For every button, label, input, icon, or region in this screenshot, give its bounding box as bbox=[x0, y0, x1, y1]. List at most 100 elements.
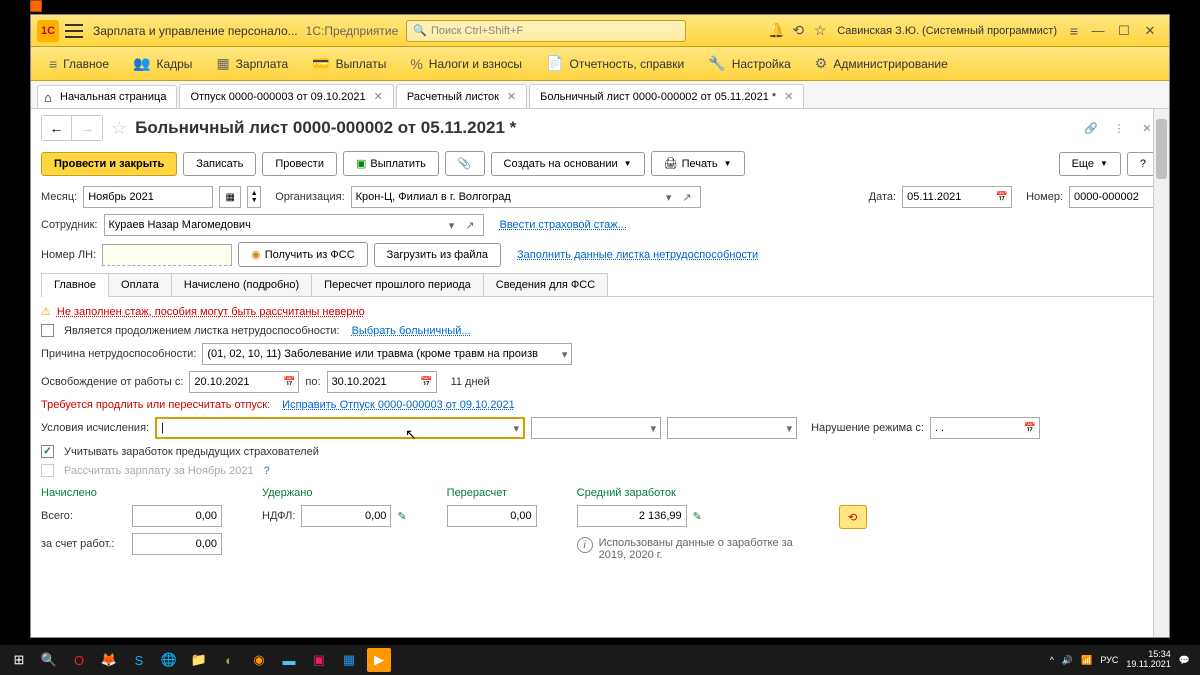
firefox-icon[interactable]: 🦊 bbox=[97, 648, 121, 672]
avg-value[interactable]: 2 136,99 bbox=[577, 505, 687, 527]
close-icon[interactable]: ✕ bbox=[784, 90, 793, 103]
user-label[interactable]: Савинская З.Ю. (Системный программист) bbox=[837, 25, 1057, 37]
lang-indicator[interactable]: РУС bbox=[1100, 655, 1118, 665]
conditions-input-3[interactable] bbox=[667, 417, 797, 439]
reason-input[interactable]: (01, 02, 10, 11) Заболевание или травма … bbox=[202, 343, 572, 365]
menu-salary[interactable]: ▦Зарплата bbox=[204, 47, 300, 80]
ln-input[interactable] bbox=[102, 244, 232, 266]
more-button[interactable]: Еще▼ bbox=[1059, 152, 1121, 176]
release-from-input[interactable]: 20.10.2021 bbox=[189, 371, 299, 393]
insurance-link[interactable]: Ввести страховой стаж... bbox=[500, 219, 627, 231]
settings-icon[interactable]: ≡ bbox=[1063, 20, 1085, 42]
num-input[interactable]: 0000-000002 bbox=[1069, 186, 1159, 208]
menu-reports[interactable]: 📄Отчетность, справки bbox=[534, 47, 696, 80]
tab-payslip[interactable]: Расчетный листок✕ bbox=[396, 84, 527, 108]
start-button[interactable]: ⊞ bbox=[7, 648, 31, 672]
search-input[interactable]: 🔍Поиск Ctrl+Shift+F bbox=[406, 20, 686, 42]
release-to-input[interactable]: 30.10.2021 bbox=[327, 371, 437, 393]
skype-icon[interactable]: S bbox=[127, 648, 151, 672]
continuation-checkbox[interactable] bbox=[41, 324, 54, 337]
tab-payment[interactable]: Оплата bbox=[108, 273, 172, 296]
tab-vacation[interactable]: Отпуск 0000-000003 от 09.10.2021✕ bbox=[179, 84, 393, 108]
post-close-button[interactable]: Провести и закрыть bbox=[41, 152, 177, 176]
refresh-button[interactable]: ⟲ bbox=[839, 505, 867, 529]
app-icon-5[interactable]: ▦ bbox=[337, 648, 361, 672]
conditions-input-1[interactable]: | bbox=[155, 417, 525, 439]
app-icon-2[interactable]: ◉ bbox=[247, 648, 271, 672]
menu-icon[interactable] bbox=[65, 24, 83, 38]
fix-vacation-link[interactable]: Исправить Отпуск 0000-000003 от 09.10.20… bbox=[282, 399, 515, 411]
maximize-button[interactable]: ☐ bbox=[1111, 20, 1137, 42]
menu-settings[interactable]: 🔧Настройка bbox=[696, 47, 803, 80]
post-button[interactable]: Провести bbox=[262, 152, 337, 176]
menu-main[interactable]: ≡Главное bbox=[37, 47, 121, 80]
explorer-icon[interactable]: 📁 bbox=[187, 648, 211, 672]
edit-icon[interactable]: ✎ bbox=[693, 510, 702, 523]
tab-fss[interactable]: Сведения для ФСС bbox=[483, 273, 608, 296]
attach-button[interactable]: 📎 bbox=[445, 151, 485, 176]
forward-button[interactable]: → bbox=[72, 116, 102, 140]
recalc-value[interactable]: 0,00 bbox=[447, 505, 537, 527]
menu-admin[interactable]: ⚙Администрирование bbox=[803, 47, 960, 80]
tab-accrued[interactable]: Начислено (подробно) bbox=[171, 273, 312, 296]
link-icon[interactable]: 🔗 bbox=[1079, 116, 1103, 140]
close-icon[interactable]: ✕ bbox=[507, 90, 516, 103]
prev-insurance-checkbox[interactable] bbox=[41, 445, 54, 458]
load-file-button[interactable]: Загрузить из файла bbox=[374, 243, 501, 267]
scrollbar[interactable] bbox=[1153, 109, 1169, 637]
favorite-icon[interactable]: ☆ bbox=[111, 118, 127, 139]
date-input[interactable]: 05.11.2021 bbox=[902, 186, 1012, 208]
total-value[interactable]: 0,00 bbox=[132, 505, 222, 527]
get-fss-button[interactable]: ◉Получить из ФСС bbox=[238, 242, 368, 267]
star-icon[interactable]: ☆ bbox=[809, 20, 831, 42]
history-icon[interactable]: ⟲ bbox=[787, 20, 809, 42]
month-input[interactable]: Ноябрь 2021 bbox=[83, 186, 213, 208]
org-input[interactable]: Крон-Ц, Филиал в г. Волгоград bbox=[351, 186, 701, 208]
opera-icon[interactable]: O bbox=[67, 648, 91, 672]
tab-sickleave[interactable]: Больничный лист 0000-000002 от 05.11.202… bbox=[529, 84, 804, 108]
minimize-button[interactable]: — bbox=[1085, 20, 1111, 42]
search-icon[interactable]: 🔍 bbox=[37, 648, 61, 672]
close-icon[interactable]: ✕ bbox=[374, 90, 383, 103]
app-icon-6[interactable]: ▶ bbox=[367, 648, 391, 672]
menu-hr[interactable]: 👥Кадры bbox=[121, 47, 204, 80]
menu-payments[interactable]: 💳Выплаты bbox=[300, 47, 398, 80]
menu-taxes[interactable]: %Налоги и взносы bbox=[398, 47, 534, 80]
violation-input[interactable]: . . bbox=[930, 417, 1040, 439]
close-button[interactable]: ✕ bbox=[1137, 20, 1163, 42]
app-icon-3[interactable]: ▬ bbox=[277, 648, 301, 672]
more-icon[interactable]: ⋮ bbox=[1107, 116, 1131, 140]
employee-input[interactable]: Кураев Назар Магомедович bbox=[104, 214, 484, 236]
network-icon[interactable]: 📶 bbox=[1081, 655, 1092, 666]
employer-value[interactable]: 0,00 bbox=[132, 533, 222, 555]
edit-icon[interactable]: ✎ bbox=[397, 510, 406, 523]
tab-recalc[interactable]: Пересчет прошлого периода bbox=[311, 273, 484, 296]
help-icon[interactable]: ? bbox=[264, 465, 270, 477]
tab-home[interactable]: Начальная страница bbox=[37, 85, 177, 108]
pay-button[interactable]: ▣Выплатить bbox=[343, 151, 439, 176]
app-title: Зарплата и управление персонало... bbox=[93, 24, 298, 38]
app-icon[interactable]: ◐ bbox=[217, 648, 241, 672]
conditions-input-2[interactable] bbox=[531, 417, 661, 439]
select-sick-link[interactable]: Выбрать больничный... bbox=[352, 325, 471, 337]
save-button[interactable]: Записать bbox=[183, 152, 256, 176]
volume-icon[interactable]: 🔊 bbox=[1062, 655, 1073, 666]
taskbar: ⊞ 🔍 O 🦊 S 🌐 📁 ◐ ◉ ▬ ▣ ▦ ▶ ^ 🔊 📶 РУС 15:3… bbox=[0, 645, 1200, 675]
system-tray[interactable]: ^ 🔊 📶 РУС 15:34 19.11.2021 💬 bbox=[1050, 650, 1196, 670]
chrome-icon[interactable]: 🌐 bbox=[157, 648, 181, 672]
bell-icon[interactable]: 🔔 bbox=[765, 20, 787, 42]
clock[interactable]: 15:34 19.11.2021 bbox=[1126, 650, 1170, 670]
back-button[interactable]: ← bbox=[42, 116, 72, 140]
tab-main[interactable]: Главное bbox=[41, 273, 109, 296]
main-menu: ≡Главное 👥Кадры ▦Зарплата 💳Выплаты %Нало… bbox=[31, 47, 1169, 81]
warning-link[interactable]: Не заполнен стаж, пособия могут быть рас… bbox=[57, 306, 365, 318]
month-picker-icon[interactable]: ▦ bbox=[219, 186, 241, 208]
app-icon-4[interactable]: ▣ bbox=[307, 648, 331, 672]
month-spinner[interactable]: ▲▼ bbox=[247, 186, 261, 208]
fill-data-link[interactable]: Заполнить данные листка нетрудоспособнос… bbox=[517, 249, 758, 261]
notifications-icon[interactable]: 💬 bbox=[1179, 655, 1190, 666]
print-button[interactable]: 🖨Печать▼ bbox=[651, 151, 745, 176]
create-based-button[interactable]: Создать на основании▼ bbox=[491, 152, 645, 176]
tray-chevron-icon[interactable]: ^ bbox=[1050, 655, 1054, 665]
ndfl-value[interactable]: 0,00 bbox=[301, 505, 391, 527]
